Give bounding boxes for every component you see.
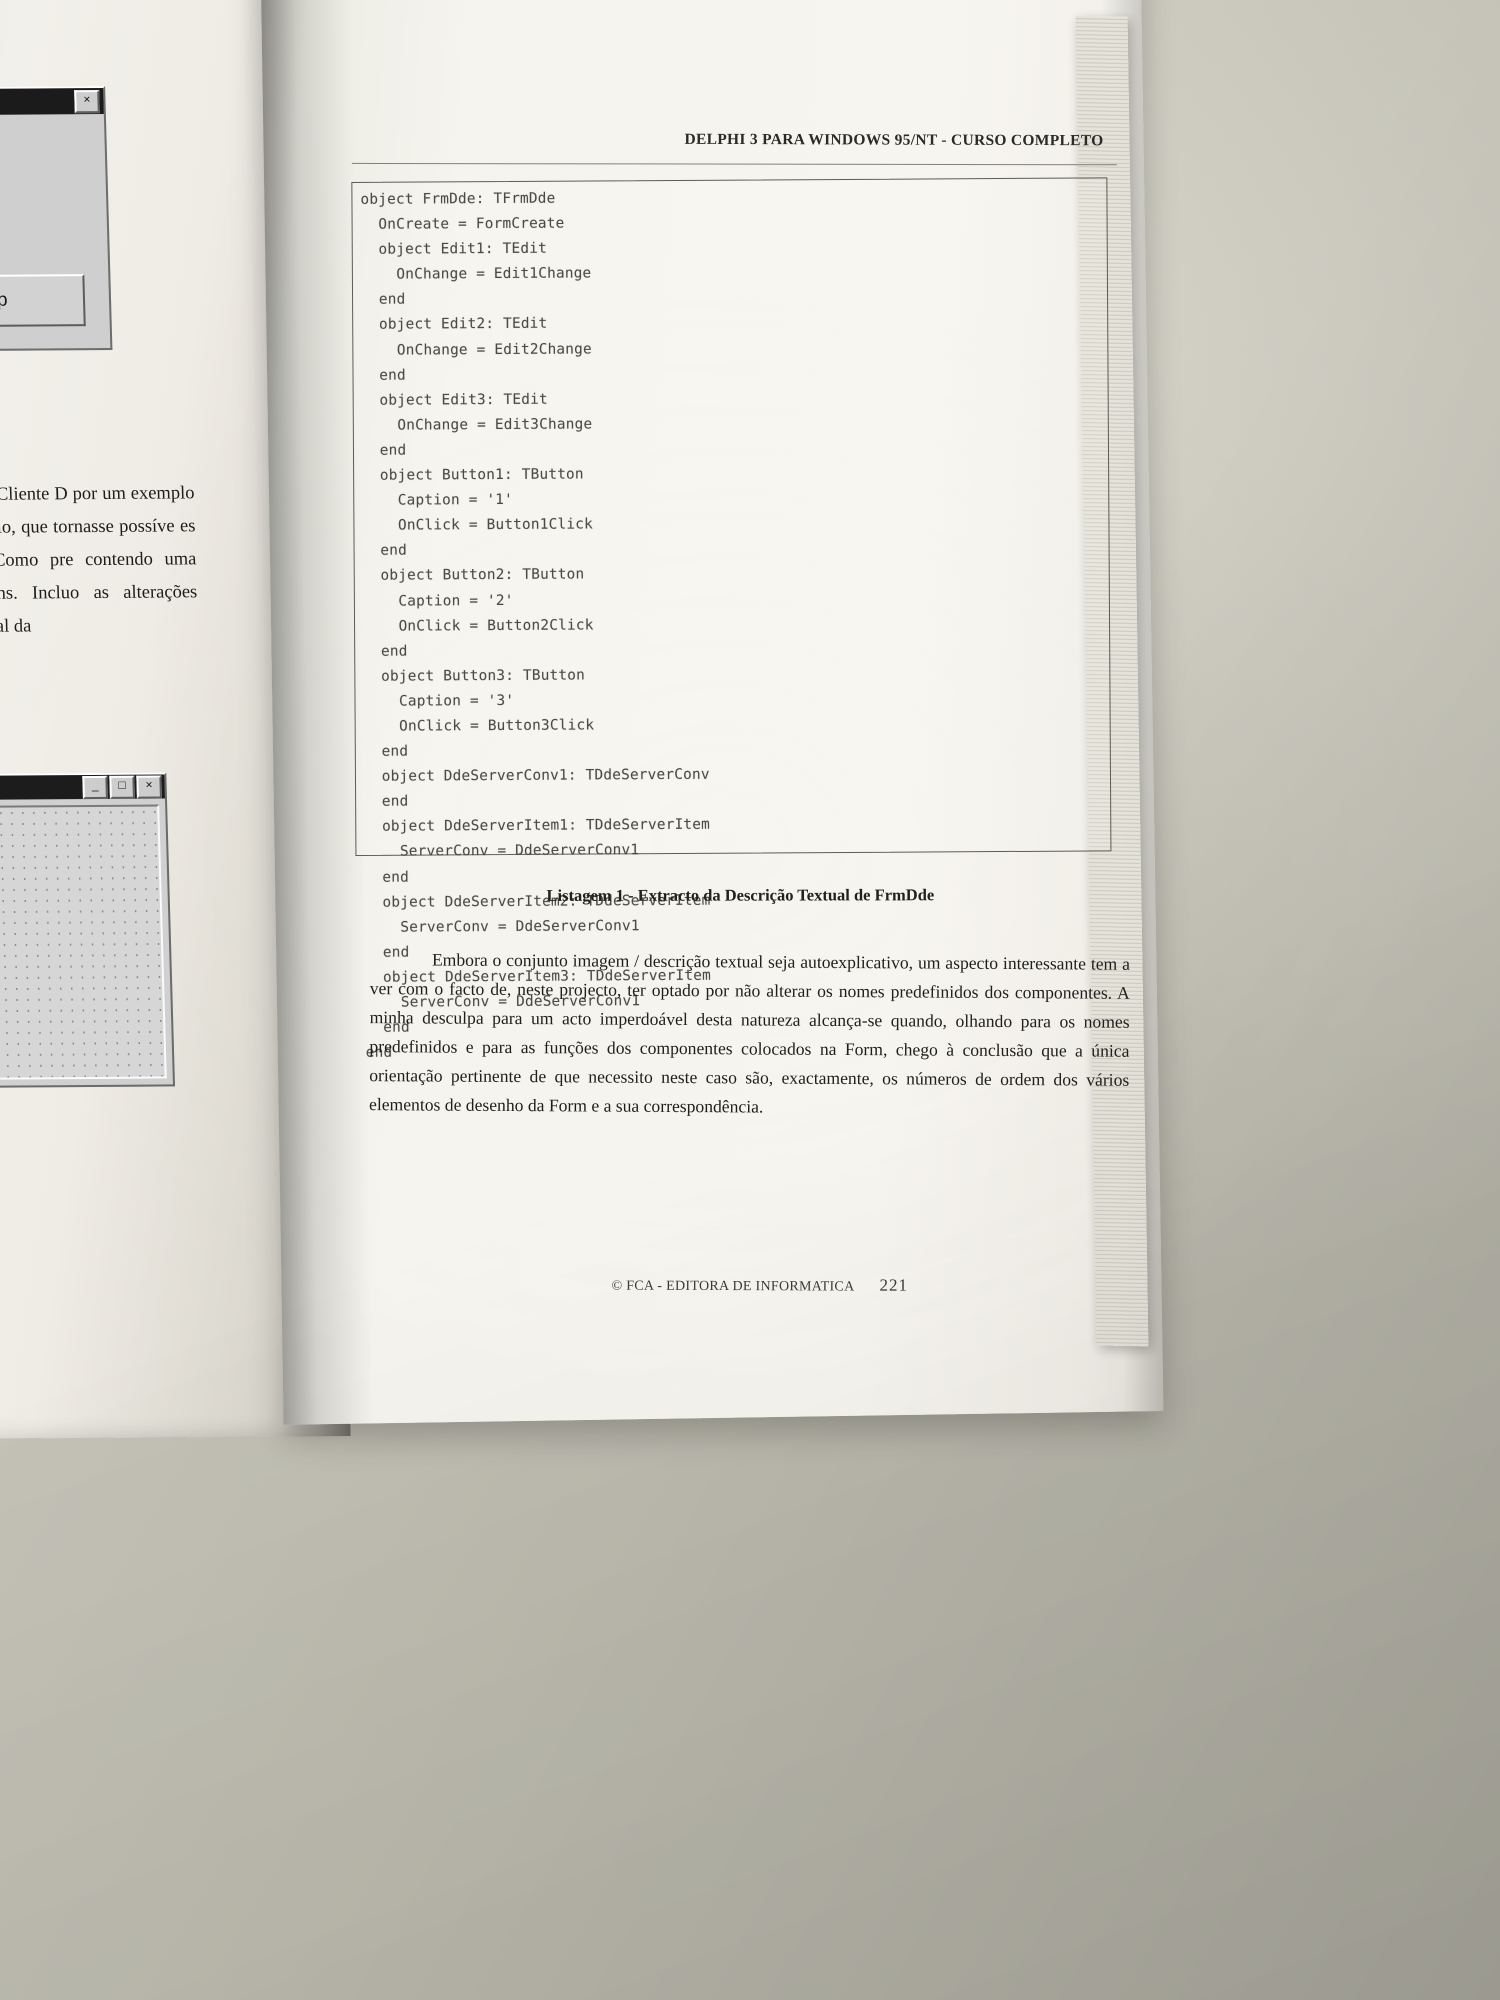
help-button[interactable]: Help — [0, 274, 86, 328]
body-paragraph: Embora o conjunto imagem / descrição tex… — [369, 949, 1131, 1117]
dialog-title-bar: × — [0, 88, 104, 117]
running-head: DELPHI 3 PARA WINDOWS 95/NT - CURSO COMP… — [684, 130, 1104, 150]
minimize-icon[interactable]: _ — [82, 775, 108, 799]
right-page-content: DELPHI 3 PARA WINDOWS 95/NT - CURSO COMP… — [261, 0, 1164, 1425]
maximize-icon[interactable]: □ — [109, 775, 135, 799]
designer-canvas[interactable]: 1 2 3 — [0, 804, 167, 1082]
header-rule — [351, 162, 1117, 166]
left-page-paragraph: onversação DDE entre um Cliente D por um… — [0, 483, 198, 638]
open-book: × Sheet1 Link Cancel Help de DdeService … — [0, 0, 1165, 1440]
listing-caption: Listagem 1 - Extracto da Descrição Textu… — [546, 885, 935, 905]
close-icon[interactable]: × — [136, 775, 162, 799]
dde-link-dialog: × Sheet1 Link Cancel Help — [0, 86, 113, 353]
code-listing-text: object FrmDde: TFrmDde OnCreate = FormCr… — [360, 183, 1125, 1066]
footer-page-number: 221 — [879, 1275, 909, 1295]
form-designer-window: _ □ × 1 2 3 — [0, 772, 176, 1090]
footer-copyright: © FCA - EDITORA DE INFORMATICA — [611, 1278, 854, 1295]
page-footer: © FCA - EDITORA DE INFORMATICA 221 — [611, 1275, 1131, 1297]
close-icon[interactable]: × — [74, 89, 100, 113]
designer-title-bar: _ □ × — [0, 774, 165, 802]
